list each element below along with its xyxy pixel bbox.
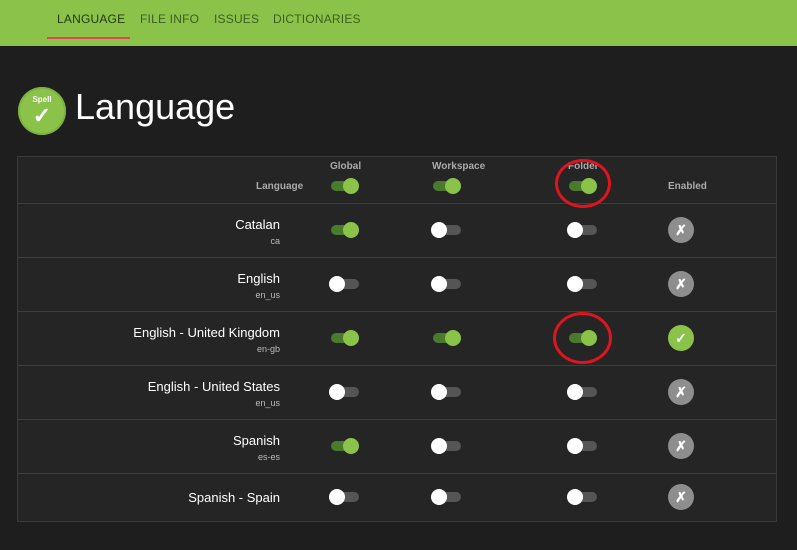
global-toggle[interactable] <box>329 382 361 402</box>
language-name: English - United Kingdom <box>133 325 280 340</box>
folder-toggle[interactable] <box>567 487 599 507</box>
enabled-status-icon: ✗ <box>668 484 694 510</box>
tab-dictionaries[interactable]: DICTIONARIES <box>273 12 361 26</box>
enabled-status-icon: ✗ <box>668 379 694 405</box>
global-toggle[interactable] <box>329 436 361 456</box>
table-row: English en_us ✗ <box>17 257 777 311</box>
workspace-toggle[interactable] <box>431 220 463 240</box>
global-toggle[interactable] <box>329 274 361 294</box>
language-name: English - United States <box>147 379 280 394</box>
language-name: Catalan <box>235 217 280 232</box>
global-toggle[interactable] <box>329 328 361 348</box>
language-code: en-gb <box>256 344 280 354</box>
workspace-toggle[interactable] <box>431 382 463 402</box>
folder-toggle[interactable] <box>567 436 599 456</box>
folder-toggle[interactable] <box>567 328 599 348</box>
top-tab-bar: LANGUAGE FILE INFO ISSUES DICTIONARIES <box>0 0 797 46</box>
tab-language[interactable]: LANGUAGE <box>57 12 125 26</box>
column-header-enabled: Enabled <box>668 181 707 192</box>
page-title: Language <box>75 86 236 127</box>
folder-toggle[interactable] <box>567 220 599 240</box>
spell-logo-icon: Spell ✓ <box>18 87 66 135</box>
table-row: Spanish - Spain ✗ <box>17 473 777 521</box>
header-folder-toggle[interactable] <box>567 176 599 196</box>
enabled-status-icon: ✗ <box>668 271 694 297</box>
tab-file-info[interactable]: FILE INFO <box>140 12 199 26</box>
table-row: Spanish es-es ✗ <box>17 419 777 473</box>
language-code: es-es <box>257 452 280 462</box>
folder-toggle[interactable] <box>567 382 599 402</box>
language-name: Spanish <box>233 433 280 448</box>
global-toggle[interactable] <box>329 487 361 507</box>
table-row: Catalan ca ✗ <box>17 203 777 257</box>
language-code: en_us <box>255 398 280 408</box>
workspace-toggle[interactable] <box>431 487 463 507</box>
column-header-global: Global <box>330 161 362 172</box>
table-row: English - United States en_us ✗ <box>17 365 777 419</box>
enabled-status-icon: ✗ <box>668 433 694 459</box>
enabled-status-icon: ✓ <box>668 325 694 351</box>
language-name: English <box>237 271 280 286</box>
header-global-toggle[interactable] <box>329 176 361 196</box>
language-name: Spanish - Spain <box>188 490 280 505</box>
column-header-folder: Folder <box>568 161 599 172</box>
language-code: ca <box>270 236 280 246</box>
global-toggle[interactable] <box>329 220 361 240</box>
enabled-status-icon: ✗ <box>668 217 694 243</box>
tab-issues[interactable]: ISSUES <box>214 12 259 26</box>
header-workspace-toggle[interactable] <box>431 176 463 196</box>
active-tab-indicator <box>47 37 130 39</box>
folder-toggle[interactable] <box>567 274 599 294</box>
workspace-toggle[interactable] <box>431 328 463 348</box>
workspace-toggle[interactable] <box>431 274 463 294</box>
language-code: en_us <box>255 290 280 300</box>
logo-check-icon: ✓ <box>32 103 52 128</box>
table-row: English - United Kingdom en-gb ✓ <box>17 311 777 365</box>
workspace-toggle[interactable] <box>431 436 463 456</box>
column-header-language: Language <box>256 181 304 192</box>
column-header-workspace: Workspace <box>432 161 486 172</box>
